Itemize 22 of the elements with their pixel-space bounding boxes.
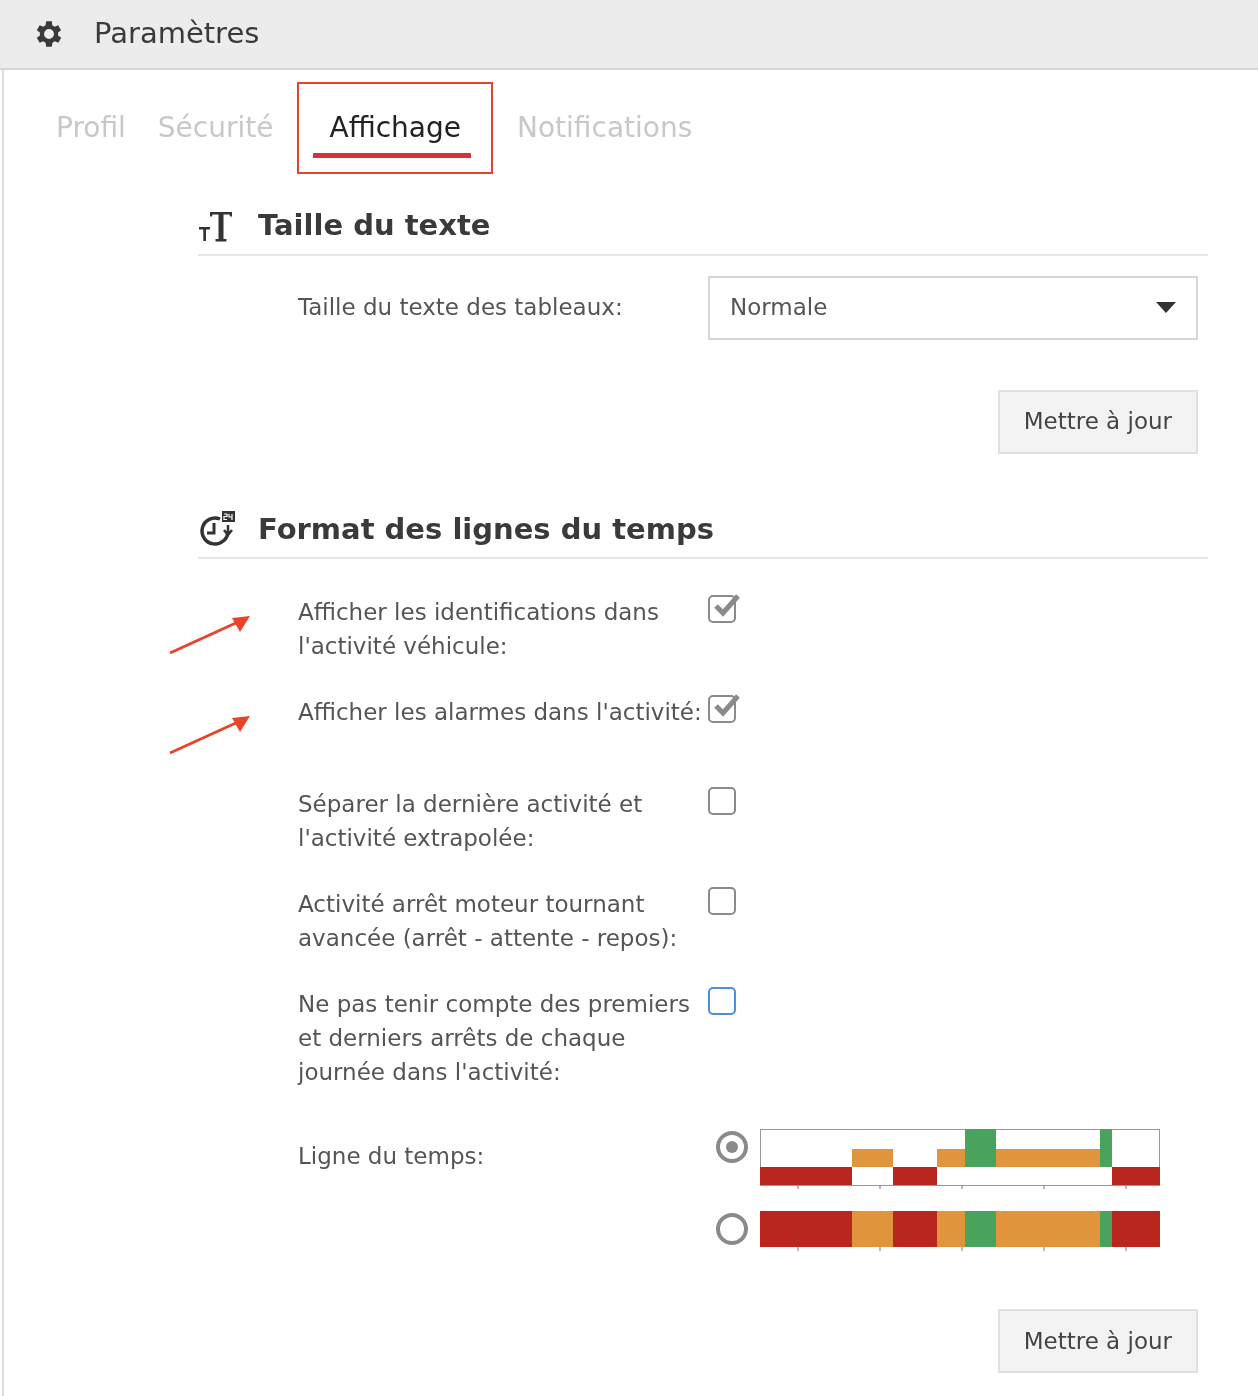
option-label: Afficher les alarmes dans l'activité: [298,698,703,727]
radio-button[interactable] [716,1213,748,1245]
caret-icon [1156,301,1176,314]
checkbox[interactable] [708,887,736,915]
clock-icon [198,511,236,548]
option-label: Activité arrêt moteur tournant avancée (arrêt - attente - repos): [298,890,679,953]
update-button[interactable]: Mettre à jour [997,389,1198,454]
tab[interactable]: Affichage [297,82,493,174]
field-label: Ligne du temps: [298,1142,486,1171]
option-label: Afficher les identifications dans l'activité véhicule: [298,598,660,661]
checkbox[interactable] [708,787,736,815]
option-label: Séparer la dernière activité et l'activité extrapolée: [298,790,644,853]
radio-button[interactable] [716,1131,748,1163]
text-size-select[interactable]: Normale [708,275,1198,340]
text-size-icon [198,209,234,242]
field-label: Taille du texte des tableaux: [298,293,624,323]
window-title: Paramètres [94,15,260,53]
section-heading: Format des lignes du temps [258,510,714,548]
checkbox[interactable] [708,987,736,1015]
update-button[interactable]: Mettre à jour [997,1309,1198,1373]
section-heading: Taille du texte [258,207,491,244]
option-label: Ne pas tenir compte des premiers et derniers arrêts de chaque journée dans l'activité: [298,990,691,1087]
